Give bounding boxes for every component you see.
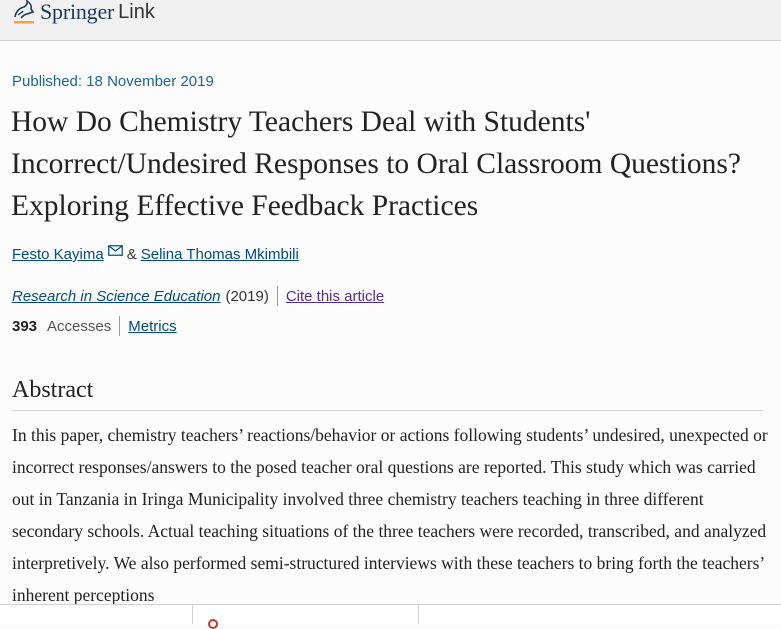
site-header: Springer Link	[0, 0, 781, 41]
publication-year: (2019)	[225, 287, 269, 305]
abstract-heading: Abstract	[12, 377, 763, 411]
abstract-text: In this paper, chemistry teachers’ react…	[12, 425, 768, 605]
journal-link[interactable]: Research in Science Education	[12, 288, 220, 305]
author-separator: &	[126, 246, 137, 263]
metrics-line: 393 Accesses Metrics	[12, 316, 177, 336]
divider	[276, 286, 278, 306]
toolbar-divider	[192, 605, 193, 624]
article-title: How Do Chemistry Teachers Deal with Stud…	[11, 106, 741, 222]
logo-brand-text: Springer	[40, 0, 115, 24]
email-icon[interactable]	[107, 243, 123, 260]
cite-this-article-link[interactable]: Cite this article	[286, 288, 384, 305]
accesses-label: Accesses	[47, 317, 112, 335]
published-date: Published: 18 November 2019	[12, 73, 214, 90]
springerlink-logo[interactable]: Springer Link	[12, 0, 155, 26]
metrics-link[interactable]: Metrics	[128, 318, 176, 335]
bottom-toolbar	[0, 604, 781, 629]
springer-horse-icon	[12, 0, 36, 25]
author-link[interactable]: Festo Kayima	[12, 246, 104, 263]
divider	[119, 316, 121, 336]
accesses-count: 393	[12, 317, 38, 335]
toolbar-divider	[418, 605, 419, 624]
toolbar-icon[interactable]	[208, 619, 218, 629]
author-list: Festo Kayima & Selina Thomas Mkimbili	[12, 243, 299, 263]
journal-citation-line: Research in Science Education (2019) Cit…	[12, 286, 384, 306]
author-link[interactable]: Selina Thomas Mkimbili	[141, 246, 299, 263]
logo-brand-suffix: Link	[118, 0, 155, 23]
